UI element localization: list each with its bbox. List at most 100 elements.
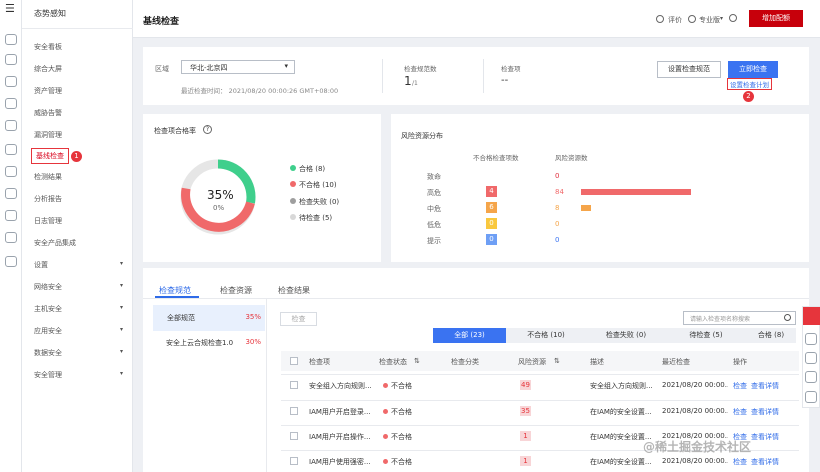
spec-item-cloud[interactable]: 安全上云合规检查1.0 30% (153, 331, 265, 357)
details-link[interactable]: 查看详情 (751, 381, 779, 391)
check-link[interactable]: 检查 (733, 457, 747, 467)
chevron-down-icon: ▾ (119, 326, 123, 333)
check-link[interactable]: 检查 (733, 381, 747, 391)
tab-results[interactable]: 检查结果 (278, 285, 310, 296)
sidebar-item[interactable]: 威胁告警 (34, 108, 62, 118)
menu-icon[interactable]: ☰ (5, 2, 15, 15)
filter-pass[interactable]: 合格 (8) (746, 328, 796, 343)
sidebar-item[interactable]: 综合大屏 (34, 64, 62, 74)
details-link[interactable]: 查看详情 (751, 432, 779, 442)
top-bar: 基线检查 评价 专业版 ▾ 增加配额 (133, 0, 820, 38)
row-checkbox[interactable] (290, 457, 298, 465)
file-icon[interactable] (5, 144, 17, 155)
page-title: 基线检查 (143, 17, 180, 27)
filter-all[interactable]: 全部 (23) (433, 328, 506, 343)
chevron-down-icon: ▾ (119, 282, 123, 289)
row-checkbox[interactable] (290, 432, 298, 440)
tab-spec[interactable]: 检查规范 (159, 285, 191, 296)
sidebar-item[interactable]: 日志管理 (34, 216, 62, 226)
sidebar-item[interactable]: 漏洞管理 (34, 130, 62, 140)
help-icon[interactable]: ? (203, 125, 212, 134)
search-input[interactable]: 请输入检查项名称搜索 (683, 311, 796, 325)
gift-icon[interactable] (805, 333, 817, 345)
sort-icon[interactable]: ⇅ (554, 357, 560, 365)
col-resources-header: 风险资源数 (555, 154, 588, 162)
tab-resources[interactable]: 检查资源 (220, 285, 252, 296)
cell-recent: 2021/08/20 00:00... (662, 381, 728, 389)
spec-item-all[interactable]: 全部规范 35% (153, 305, 265, 331)
sidebar-item-baseline-check[interactable]: 基线检查 (31, 148, 69, 164)
region-select[interactable]: 华北-北京四 ▾ (181, 60, 295, 74)
cell-risk: 1 (520, 431, 531, 441)
step-badge-2: 2 (743, 91, 754, 102)
filter-fail[interactable]: 不合格 (10) (506, 328, 586, 343)
items-label: 检查项 (501, 65, 521, 73)
sidebar-item-data[interactable]: 数据安全 (34, 348, 62, 358)
cell-item: IAM用户开启登录... (309, 408, 371, 416)
watermark: @稀土掘金技术社区 (643, 440, 752, 454)
clock-icon[interactable] (5, 232, 17, 243)
user-icon[interactable] (688, 15, 696, 23)
risk-items-badge: 6 (486, 202, 497, 213)
help-icon[interactable] (729, 14, 737, 22)
feedback-icon[interactable] (803, 307, 820, 325)
risk-card: 风险资源分布 不合格检查项数 风险资源数 致命 0 高危 4 84 中危 6 8 低危 0 0 提示 0… (391, 114, 809, 262)
icon-bar: ☰ (0, 0, 22, 472)
risk-resource-count: 0 (555, 172, 560, 180)
check-button[interactable]: 检查 (280, 312, 317, 326)
search-icon[interactable] (784, 314, 791, 321)
status-dot (383, 434, 388, 439)
edition-label[interactable]: 专业版 (699, 15, 720, 25)
chevron-down-icon: ▾ (119, 304, 123, 311)
row-checkbox[interactable] (290, 407, 298, 415)
smile-icon[interactable] (656, 15, 664, 23)
filter-error[interactable]: 检查失败 (0) (586, 328, 666, 343)
headset-icon[interactable] (805, 352, 817, 364)
sidebar-item-security-mgmt[interactable]: 安全管理 (34, 370, 62, 380)
database-icon[interactable] (5, 98, 17, 109)
cloud-icon[interactable] (5, 166, 17, 177)
rate-link[interactable]: 评价 (668, 15, 682, 25)
sidebar-item-settings[interactable]: 设置 (34, 260, 48, 270)
sidebar-item[interactable]: 分析报告 (34, 194, 62, 204)
sidebar-item-app[interactable]: 应用安全 (34, 326, 62, 336)
document-icon[interactable] (805, 391, 817, 403)
shield-icon[interactable] (5, 256, 17, 267)
risk-bar (581, 189, 691, 195)
sidebar-item-network[interactable]: 网络安全 (34, 282, 62, 292)
chat-icon[interactable] (805, 371, 817, 383)
filter-pending[interactable]: 待检查 (5) (666, 328, 746, 343)
check-now-button[interactable]: 立即检查 (728, 61, 778, 78)
sidebar: 态势感知 安全看板 综合大屏 资产管理 威胁告警 漏洞管理 基线检查 1 检测结… (22, 0, 133, 472)
th-desc: 描述 (590, 358, 604, 366)
details-link[interactable]: 查看详情 (751, 407, 779, 417)
sidebar-item[interactable]: 安全看板 (34, 42, 62, 52)
details-link[interactable]: 查看详情 (751, 457, 779, 467)
pass-rate-card: 检查项合格率 ? 35% 0% 合格 (8) 不合格 (10) 检查失败 (0)… (143, 114, 381, 262)
select-all-checkbox[interactable] (290, 357, 298, 365)
spec-name: 全部规范 (167, 314, 195, 322)
set-plan-link[interactable]: 设置检查计划 (727, 78, 772, 90)
anchor-icon[interactable] (5, 188, 17, 199)
chevron-down-icon[interactable]: ▾ (720, 15, 723, 22)
risk-items-badge: 0 (486, 218, 497, 229)
row-checkbox[interactable] (290, 381, 298, 389)
set-spec-button[interactable]: 设置检查规范 (657, 61, 721, 78)
sidebar-item-host[interactable]: 主机安全 (34, 304, 62, 314)
cloud-icon[interactable] (5, 34, 17, 45)
cell-recent: 2021/08/20 00:00... (662, 407, 728, 415)
document-icon[interactable] (5, 120, 17, 131)
sidebar-item[interactable]: 资产管理 (34, 86, 62, 96)
pass-rate-percent: 35% (207, 188, 234, 202)
divider (143, 298, 809, 299)
sidebar-item[interactable]: 安全产品集成 (34, 238, 76, 248)
cloud-icon[interactable] (5, 54, 17, 65)
terminal-icon[interactable] (5, 76, 17, 87)
upgrade-button[interactable]: 增加配额 (749, 10, 803, 27)
cell-desc: 安全组入方向规则... (590, 382, 653, 390)
settings-icon[interactable] (5, 210, 17, 221)
filter-icon[interactable]: ⇅ (414, 357, 420, 365)
sidebar-item[interactable]: 检测结果 (34, 172, 62, 182)
check-link[interactable]: 检查 (733, 407, 747, 417)
step-badge-1: 1 (71, 151, 82, 162)
